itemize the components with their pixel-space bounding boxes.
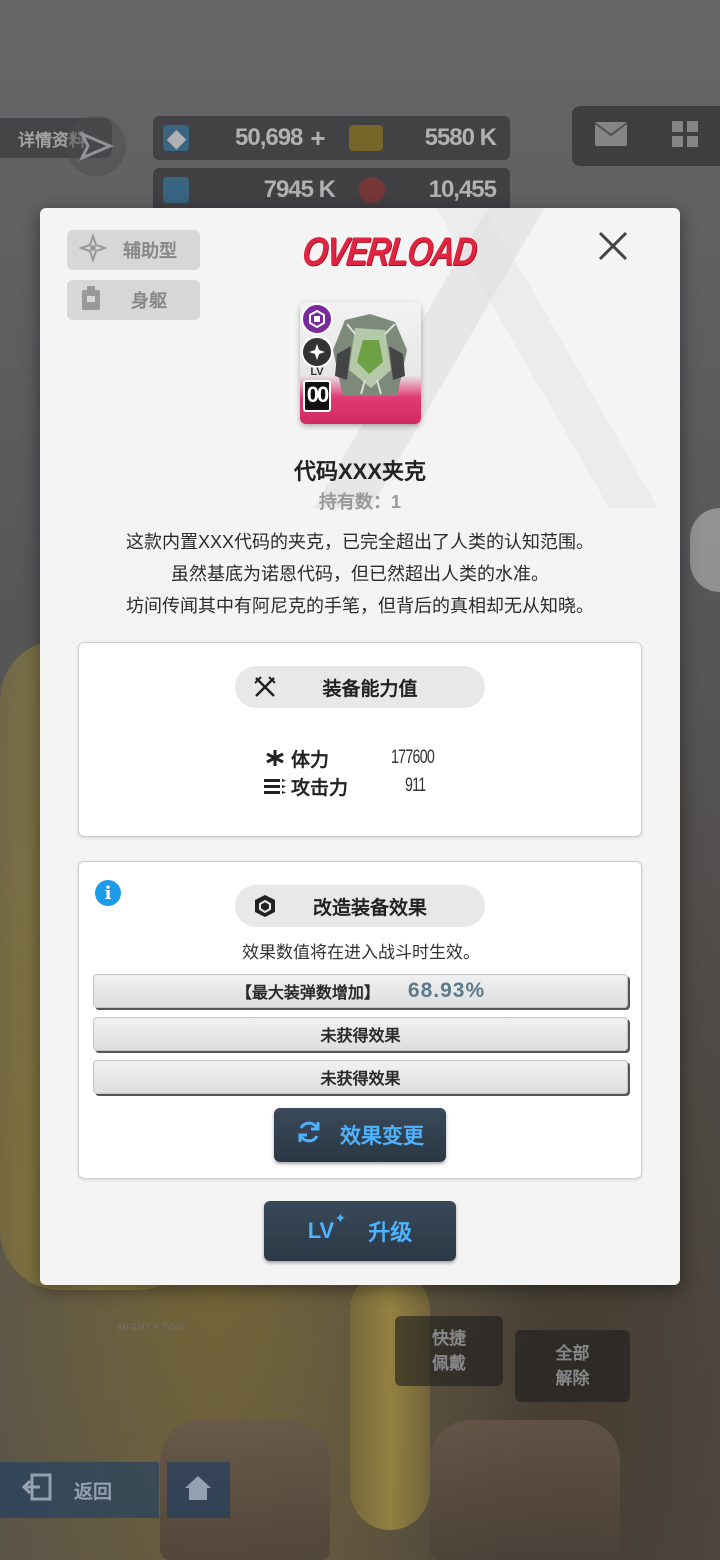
body-slot-icon	[79, 284, 103, 317]
jacket-art-icon	[325, 310, 415, 402]
description-line: 坊间传闻其中有阿尼克的手笔，但背后的真相却无从知晓。	[126, 596, 594, 616]
equipment-card: LV 00	[300, 302, 421, 424]
hp-icon	[259, 749, 291, 767]
info-icon[interactable]: i	[95, 880, 121, 906]
modification-effects-panel: i 改造装备效果 效果数值将在进入战斗时生效。 【最大装弹数增加】 68.93%…	[78, 861, 642, 1179]
rarity-badge-icon	[301, 303, 333, 335]
stat-row: 攻击力 911	[259, 772, 479, 800]
upgrade-button[interactable]: LV ✦ 升级	[264, 1201, 456, 1261]
effect-label: 未获得效果	[320, 1028, 401, 1045]
overload-logo: OVERLOAD	[300, 230, 478, 274]
item-name: 代码XXX夹克	[293, 459, 427, 484]
stat-row: 体力 177600	[259, 744, 479, 772]
stats-panel-header: 装备能力值	[235, 666, 485, 708]
stats-panel-title: 装备能力值	[322, 678, 418, 700]
owned-count: 持有数：1	[318, 492, 401, 512]
effect-row: 【最大装弹数增加】 68.93%	[93, 974, 628, 1008]
change-effect-button[interactable]: 效果变更	[274, 1108, 446, 1162]
effect-row: 未获得效果	[93, 1017, 628, 1051]
stat-value: 911	[405, 775, 426, 796]
effect-value: 68.93%	[407, 979, 486, 1002]
change-effect-label: 效果变更	[340, 1125, 424, 1148]
equipment-stats-panel: 装备能力值 体力 177600 攻击力 911	[78, 642, 642, 837]
attack-icon	[259, 777, 291, 795]
card-lv-value: 00	[303, 380, 331, 412]
crossed-swords-icon	[235, 675, 295, 699]
modification-cube-icon	[235, 894, 295, 918]
support-type-icon	[77, 232, 109, 267]
effect-row: 未获得效果	[93, 1060, 628, 1094]
effect-label: 未获得效果	[320, 1071, 401, 1088]
support-class-icon	[301, 336, 333, 368]
slot-tag-label: 身躯	[131, 291, 167, 311]
description-line: 虽然基底为诺恩代码，但已然超出人类的水准。	[171, 564, 549, 584]
card-lv-label: LV	[310, 366, 324, 378]
refresh-icon	[296, 1119, 322, 1151]
close-button[interactable]	[593, 228, 633, 268]
slot-tag: 身躯	[67, 280, 200, 320]
effects-panel-title: 改造装备效果	[312, 897, 427, 919]
stat-label: 攻击力	[291, 777, 349, 799]
item-description: 这款内置XXX代码的夹克，已完全超出了人类的认知范围。 虽然基底为诺恩代码，但已…	[40, 526, 680, 622]
equipment-detail-modal: 辅助型 身躯 OVERLOAD LV 00 代码XXX夹克 持有数：1 这款内置…	[40, 208, 680, 1285]
effects-panel-header: 改造装备效果	[235, 885, 485, 927]
class-tag-label: 辅助型	[123, 241, 177, 261]
effects-note: 效果数值将在进入战斗时生效。	[242, 943, 480, 962]
close-icon	[597, 230, 629, 267]
level-up-icon: LV ✦	[307, 1210, 347, 1243]
upgrade-label: 升级	[368, 1220, 413, 1245]
stat-label: 体力	[291, 749, 330, 771]
effect-label: 【最大装弹数增加】	[235, 985, 380, 1002]
stat-value: 177600	[391, 747, 435, 768]
class-tag: 辅助型	[67, 230, 200, 270]
level-up-lv-text: LV	[307, 1218, 335, 1243]
description-line: 这款内置XXX代码的夹克，已完全超出了人类的认知范围。	[125, 532, 594, 552]
